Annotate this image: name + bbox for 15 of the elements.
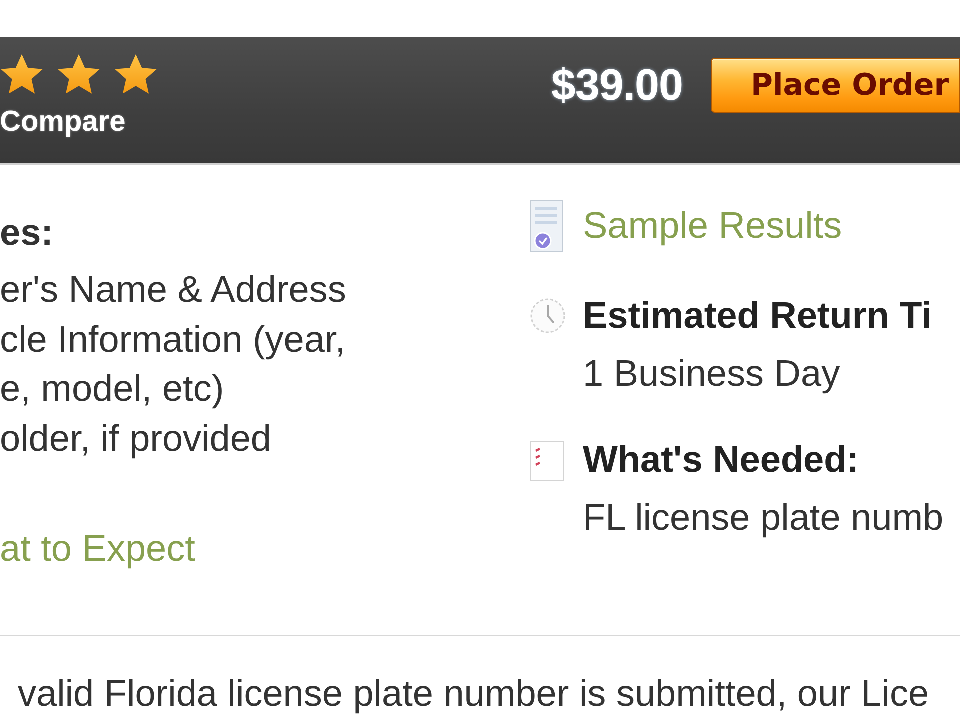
detail-heading: What's Needed: [583, 438, 860, 482]
description-text: valid Florida license plate number is submitted, our Lice [18, 672, 930, 716]
clock-icon [530, 297, 566, 335]
included-item: older, if provided [0, 416, 272, 461]
detail-value: 1 Business Day [583, 352, 840, 396]
place-order-button[interactable]: Place Order [710, 58, 960, 113]
document-list-icon [530, 441, 564, 481]
price: $39.00 [551, 60, 683, 112]
detail-heading: Estimated Return Ti [583, 294, 932, 338]
included-item: er's Name & Address [0, 268, 346, 312]
detail-value: FL license plate numb [583, 496, 944, 540]
compare-link[interactable]: Compare [0, 105, 126, 139]
document-check-icon [530, 200, 563, 252]
section-heading: es: [0, 211, 54, 255]
included-item: cle Information (year, e, model, etc) [0, 318, 346, 411]
